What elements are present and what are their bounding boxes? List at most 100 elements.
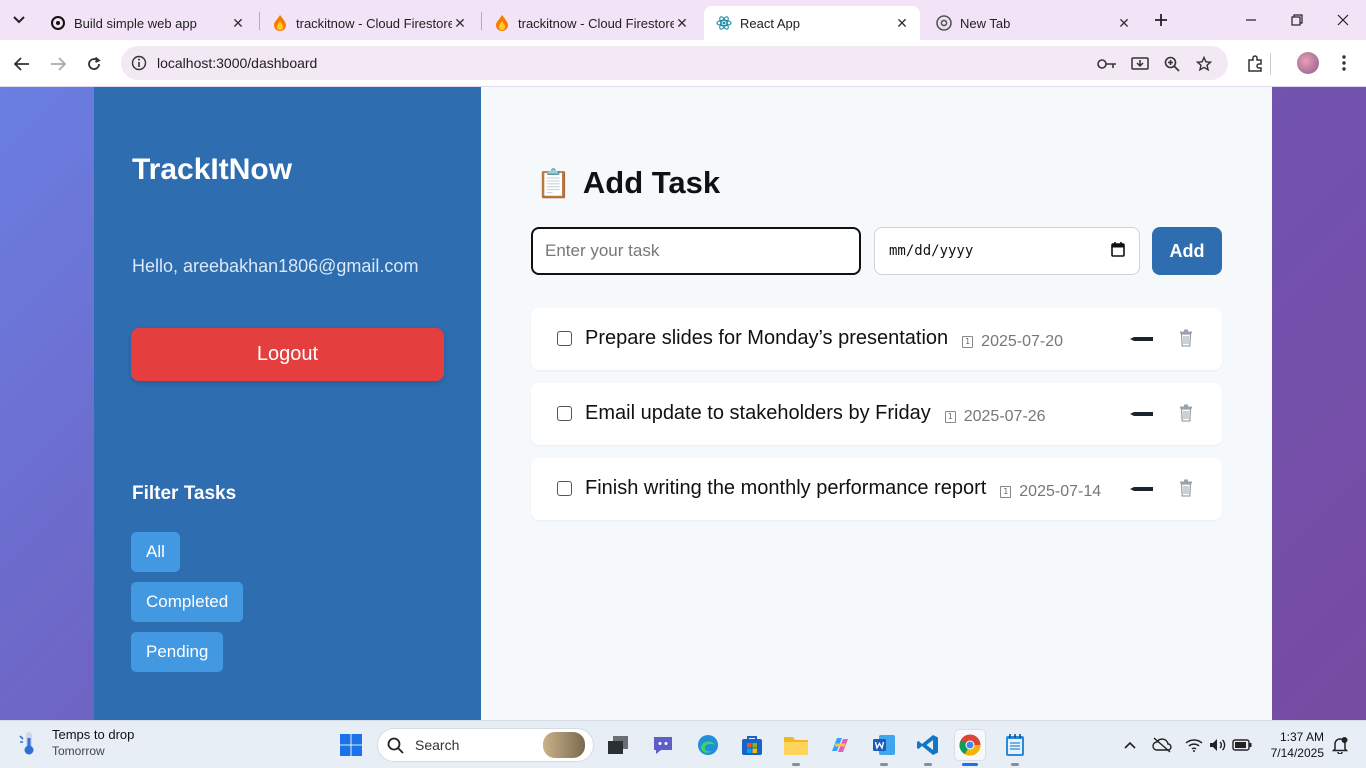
pencil-icon[interactable] — [1128, 482, 1154, 496]
onedrive-status-icon[interactable] — [1152, 735, 1172, 755]
notepad-app[interactable] — [999, 729, 1031, 761]
close-window-button[interactable] — [1320, 0, 1366, 40]
tab-title: React App — [740, 15, 800, 31]
profile-avatar[interactable] — [1297, 52, 1319, 74]
reload-button[interactable] — [80, 50, 108, 78]
task-view-button[interactable] — [602, 729, 634, 761]
logout-button[interactable]: Logout — [131, 328, 444, 381]
folder-icon — [784, 737, 808, 755]
tab-react-app[interactable]: React App ✕ — [704, 6, 920, 40]
tab-title: Build simple web app — [74, 15, 197, 31]
show-hidden-icons-button[interactable] — [1120, 735, 1140, 755]
word-icon — [873, 735, 895, 755]
restore-button[interactable] — [1274, 0, 1320, 40]
task-checkbox[interactable] — [557, 331, 572, 346]
trash-icon[interactable] — [1179, 479, 1193, 497]
task-input[interactable] — [531, 227, 861, 275]
app-running-indicator — [924, 763, 932, 766]
address-bar[interactable]: localhost:3000/dashboard — [121, 46, 1228, 80]
pencil-icon[interactable] — [1128, 407, 1154, 421]
edge-icon — [698, 735, 718, 755]
openai-icon — [50, 15, 66, 31]
volume-icon[interactable] — [1208, 735, 1228, 755]
copilot-app[interactable] — [824, 729, 856, 761]
add-task-heading: 📋 Add Task — [536, 165, 720, 201]
minimize-button[interactable] — [1228, 0, 1274, 40]
task-checkbox[interactable] — [557, 406, 572, 421]
task-due-date: 2025-07-20 — [981, 333, 1064, 350]
task-title: Finish writing the monthly performance r… — [585, 477, 987, 499]
bookmark-star-icon[interactable] — [1194, 54, 1214, 74]
chevron-up-icon — [1124, 741, 1136, 749]
windows-start-button[interactable] — [335, 729, 367, 761]
chat-icon — [654, 737, 672, 754]
close-icon[interactable]: ✕ — [230, 15, 246, 31]
main-panel: 📋 Add Task mm/dd/yyyy Add Prepare slides… — [481, 87, 1272, 720]
close-icon[interactable]: ✕ — [452, 15, 468, 31]
thermometer-icon — [19, 732, 34, 755]
battery-icon[interactable] — [1232, 735, 1252, 755]
tab-title: New Tab — [960, 15, 1011, 31]
notification-bell-icon[interactable] — [1330, 735, 1350, 755]
page-title: Add Task — [582, 165, 721, 200]
tab-build-simple-web-app[interactable]: Build simple web app ✕ — [38, 6, 256, 40]
extensions-icon[interactable] — [1244, 53, 1266, 75]
page-viewport: TrackItNow Hello, areebakhan1806@gmail.c… — [0, 87, 1366, 720]
close-icon[interactable]: ✕ — [894, 15, 910, 31]
forward-button[interactable] — [44, 50, 72, 78]
due-date-input[interactable]: mm/dd/yyyy — [874, 227, 1140, 275]
tab-search-button[interactable] — [6, 8, 32, 32]
search-highlight-image — [543, 732, 585, 758]
edge-app[interactable] — [692, 729, 724, 761]
add-task-button[interactable]: Add — [1152, 227, 1222, 275]
task-view-icon — [608, 736, 628, 754]
plus-icon — [1155, 14, 1167, 26]
calendar-icon[interactable] — [1111, 241, 1125, 262]
store-app[interactable] — [736, 729, 768, 761]
weather-widget[interactable]: Temps to drop Tomorrow — [18, 727, 134, 759]
install-app-icon[interactable] — [1130, 54, 1150, 74]
close-icon[interactable]: ✕ — [674, 15, 690, 31]
new-tab-button[interactable] — [1148, 8, 1174, 32]
word-app[interactable] — [868, 729, 900, 761]
close-icon[interactable]: ✕ — [1116, 15, 1132, 31]
filter-all-button[interactable]: All — [131, 532, 180, 572]
back-button[interactable] — [8, 50, 36, 78]
vscode-app[interactable] — [912, 729, 944, 761]
sidebar: TrackItNow Hello, areebakhan1806@gmail.c… — [94, 87, 481, 720]
search-label: Search — [415, 737, 460, 753]
file-explorer-app[interactable] — [780, 729, 812, 761]
more-vertical-icon — [1342, 55, 1346, 71]
filter-title: Filter Tasks — [132, 483, 237, 504]
filter-completed-button[interactable]: Completed — [131, 582, 244, 622]
password-key-icon[interactable] — [1097, 54, 1117, 74]
task-due-date: 2025-07-26 — [963, 408, 1046, 425]
wifi-icon[interactable] — [1184, 735, 1204, 755]
store-icon — [742, 736, 762, 755]
task-text-row: Finish writing the monthly performance r… — [585, 477, 1101, 501]
chrome-app[interactable] — [954, 729, 986, 761]
trash-icon[interactable] — [1179, 404, 1193, 422]
site-info-icon[interactable] — [121, 55, 157, 71]
firebase-icon — [494, 15, 510, 31]
filter-pending-button[interactable]: Pending — [131, 632, 224, 672]
teams-chat-app[interactable] — [647, 729, 679, 761]
menu-button[interactable] — [1334, 52, 1354, 74]
app-running-indicator — [880, 763, 888, 766]
tab-firestore-1[interactable]: trackitnow - Cloud Firestore ✕ — [260, 6, 478, 40]
restore-icon — [1291, 14, 1303, 26]
trash-icon[interactable] — [1179, 329, 1193, 347]
windows-taskbar: Temps to drop Tomorrow Search 1:37 AM 7/… — [0, 720, 1366, 768]
calendar-icon: 1 — [962, 336, 974, 348]
tab-new-tab[interactable]: New Tab ✕ — [924, 6, 1142, 40]
user-greeting: Hello, areebakhan1806@gmail.com — [132, 256, 419, 276]
system-clock[interactable]: 1:37 AM 7/14/2025 — [1262, 729, 1324, 761]
calendar-icon: 1 — [1000, 486, 1012, 498]
task-checkbox[interactable] — [557, 481, 572, 496]
taskbar-search[interactable]: Search — [377, 728, 594, 762]
zoom-icon[interactable] — [1162, 54, 1182, 74]
pencil-icon[interactable] — [1128, 332, 1154, 346]
chevron-down-icon — [13, 16, 25, 24]
chrome-icon — [936, 15, 952, 31]
tab-firestore-2[interactable]: trackitnow - Cloud Firestore ✕ — [482, 6, 700, 40]
